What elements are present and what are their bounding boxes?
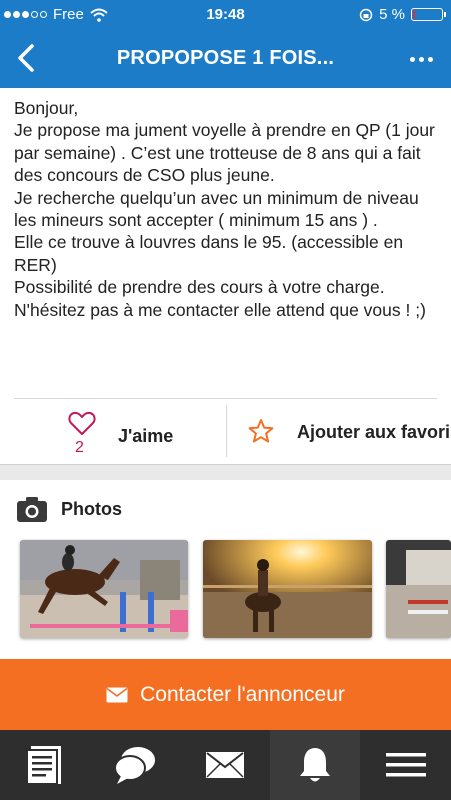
envelope-icon bbox=[106, 687, 128, 702]
horse-jump-photo bbox=[20, 540, 188, 638]
arena-photo bbox=[386, 540, 451, 638]
heart-icon bbox=[68, 411, 96, 435]
nav-bar: PROPOPOSE 1 FOIS... bbox=[0, 30, 451, 88]
tab-listings[interactable] bbox=[0, 730, 90, 800]
photo-thumbnail[interactable] bbox=[203, 540, 372, 638]
mail-icon bbox=[206, 752, 244, 778]
tab-mail[interactable] bbox=[180, 730, 270, 800]
photos-header: Photos bbox=[16, 494, 122, 524]
bell-icon bbox=[300, 748, 330, 782]
contact-label: Contacter l'annonceur bbox=[140, 682, 345, 706]
back-button[interactable] bbox=[10, 40, 46, 76]
like-button[interactable]: 2 J'aime bbox=[0, 400, 225, 464]
camera-icon bbox=[17, 497, 47, 522]
chat-icon bbox=[114, 747, 155, 784]
photo-thumbnail[interactable] bbox=[20, 540, 188, 638]
tab-bar bbox=[0, 730, 451, 800]
tab-notifications[interactable] bbox=[270, 730, 360, 800]
battery-icon bbox=[411, 8, 446, 21]
menu-icon bbox=[385, 753, 426, 777]
page-title: PROPOPOSE 1 FOIS... bbox=[116, 47, 335, 69]
listings-icon bbox=[26, 746, 61, 785]
section-separator bbox=[0, 464, 451, 480]
status-bar: Free 19:48 5 % bbox=[0, 0, 451, 30]
chevron-left-icon bbox=[18, 44, 34, 72]
action-divider bbox=[226, 405, 227, 457]
favorite-button[interactable]: Ajouter aux favoris bbox=[228, 400, 451, 464]
star-icon bbox=[248, 419, 274, 443]
divider bbox=[14, 398, 437, 399]
photo-thumbnail[interactable] bbox=[386, 540, 451, 638]
tab-menu[interactable] bbox=[360, 730, 451, 800]
contact-seller-button[interactable]: Contacter l'annonceur bbox=[0, 659, 451, 730]
tab-chat[interactable] bbox=[90, 730, 180, 800]
favorite-label: Ajouter aux favoris bbox=[297, 422, 451, 442]
listing-description: Bonjour, Je propose ma jument voyelle à … bbox=[14, 98, 435, 320]
action-row: 2 J'aime Ajouter aux favoris bbox=[0, 400, 451, 464]
status-right: 5 % bbox=[359, 6, 446, 23]
more-options-button[interactable] bbox=[403, 44, 439, 74]
photos-title: Photos bbox=[61, 498, 122, 519]
sunset-riding-photo bbox=[203, 540, 372, 638]
like-count: 2 bbox=[75, 439, 84, 456]
rotation-lock-icon bbox=[359, 8, 373, 21]
battery-percent: 5 % bbox=[379, 6, 405, 23]
like-label: J'aime bbox=[118, 426, 174, 446]
